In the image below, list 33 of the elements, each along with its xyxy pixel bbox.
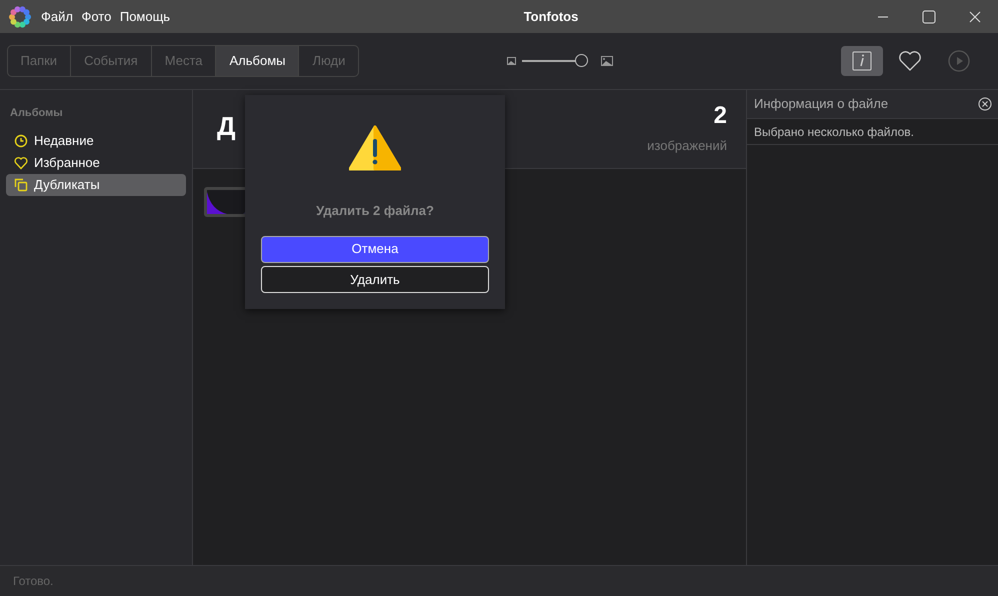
heart-icon [14,156,28,170]
sidebar-item[interactable]: Избранное [6,152,186,174]
info-button[interactable] [840,46,882,76]
image-count: 2 [712,104,727,128]
dialog-message: Удалить 2 файла? [316,202,434,220]
heart-icon [898,50,922,72]
status-text: Готово. [0,565,998,596]
maximize-icon [922,10,936,24]
menu-item[interactable]: Помощь [120,6,170,26]
close-icon [978,97,992,111]
clock-icon [14,134,28,148]
warning-icon [349,125,401,171]
sidebar-item[interactable]: Дубликаты [6,174,186,196]
close-panel-button[interactable] [978,97,992,111]
app-logo-icon [9,6,31,28]
info-icon [852,51,872,71]
image-count-label: изображений [647,137,727,155]
window-title: Tonfotos [522,8,580,26]
small-image-icon [506,57,516,65]
copies-icon [14,178,28,192]
info-text: Выбрано несколько файлов. [747,119,998,145]
close-icon [969,10,981,22]
play-icon [948,50,970,72]
delete-button[interactable]: Удалить [261,266,489,293]
sidebar-heading: Альбомы [10,106,64,121]
menu-item[interactable]: Файл [41,6,73,26]
panel-title: Информация о файле [754,95,888,114]
menu-item[interactable]: Фото [81,6,112,26]
tab[interactable]: Альбомы [216,46,300,76]
album-title: Д [217,110,236,143]
cancel-button[interactable]: Отмена [261,236,489,262]
large-image-icon [600,56,613,66]
sidebar-item[interactable]: Недавние [6,130,186,152]
